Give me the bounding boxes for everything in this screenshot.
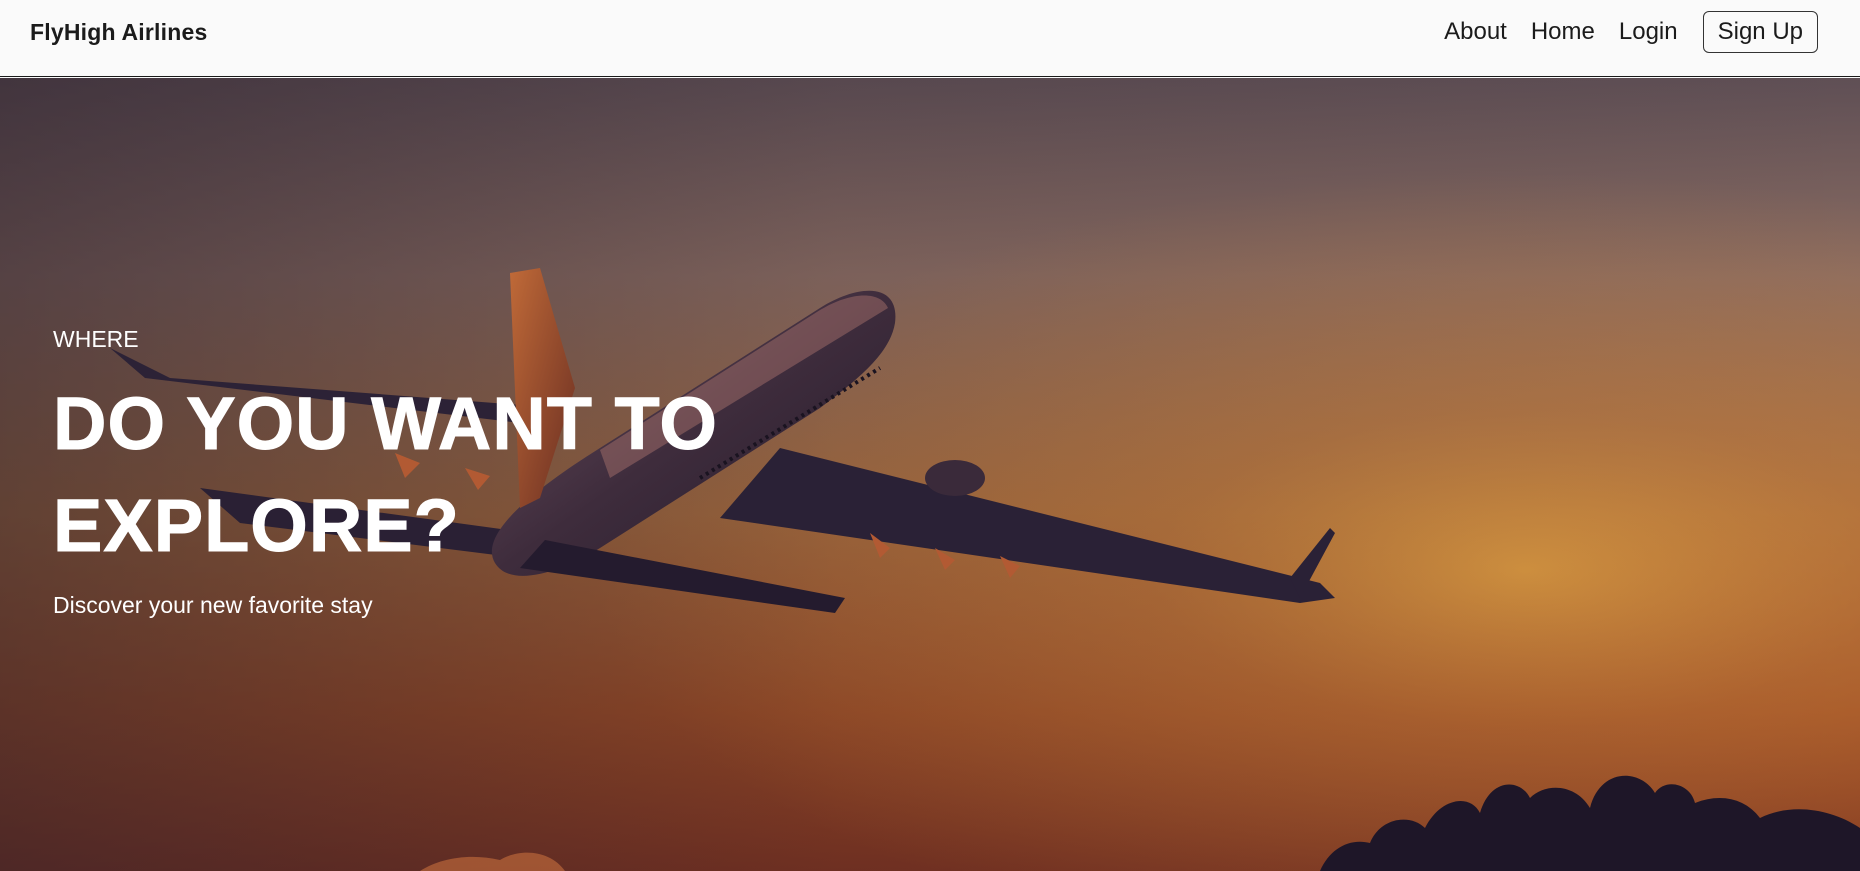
nav-link-login[interactable]: Login — [1619, 11, 1678, 53]
hero-subtitle: Discover your new favorite stay — [53, 592, 373, 618]
hero-section: WHERE DO YOU WANT TO EXPLORE? Discover y… — [0, 78, 1860, 871]
navbar: FlyHigh Airlines About Home Login Sign U… — [0, 0, 1860, 77]
nav-links: About Home Login Sign Up — [1420, 11, 1818, 53]
hero-headline: DO YOU WANT TO EXPLORE? — [53, 373, 953, 577]
signup-button[interactable]: Sign Up — [1702, 11, 1818, 53]
hero-eyebrow: WHERE — [53, 326, 139, 352]
hero-headline-line1: DO YOU WANT TO — [53, 382, 718, 466]
nav-link-about[interactable]: About — [1444, 11, 1507, 53]
nav-link-home[interactable]: Home — [1531, 11, 1595, 53]
brand-logo-text[interactable]: FlyHigh Airlines — [30, 19, 207, 46]
hero-headline-line2: EXPLORE? — [53, 484, 460, 568]
